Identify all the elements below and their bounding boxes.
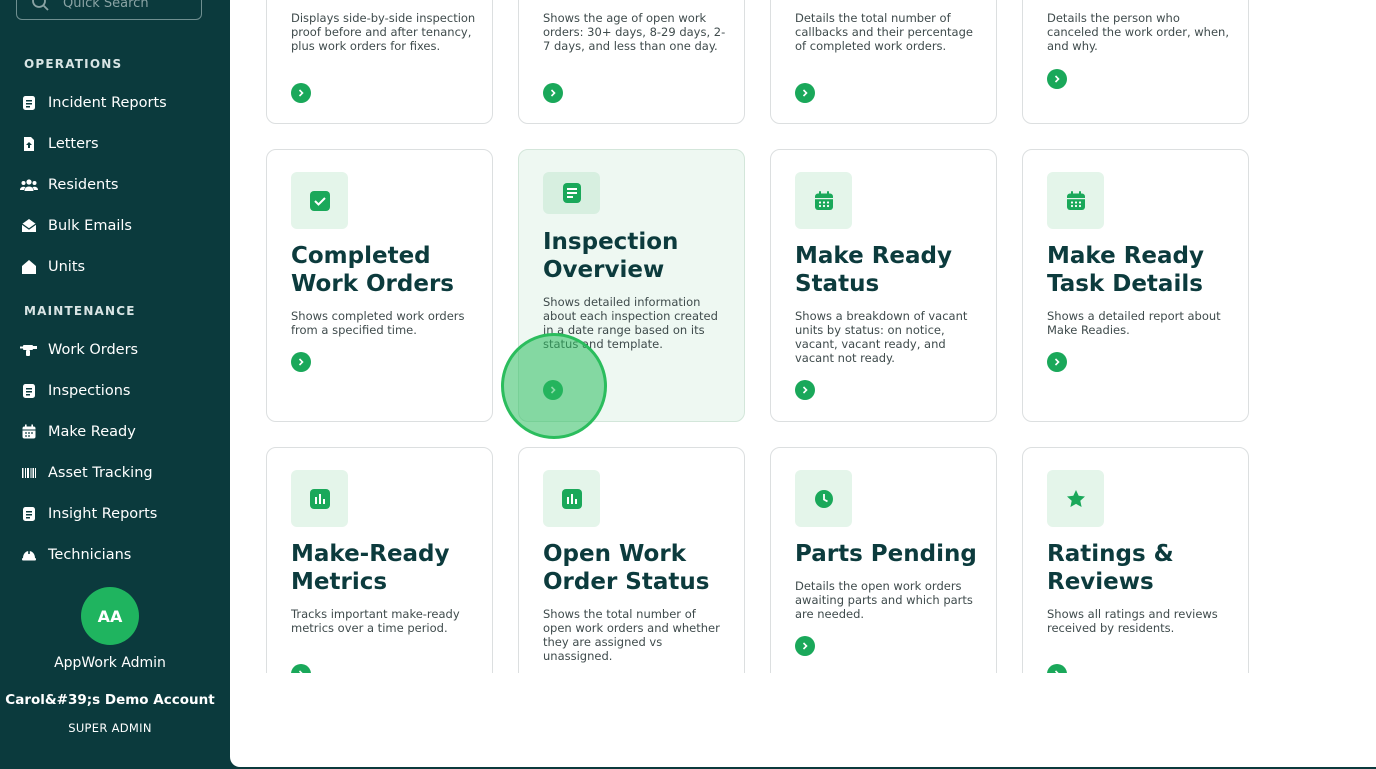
report-card-make-ready-task-details[interactable]: Make Ready Task Details Shows a detailed… — [1022, 149, 1249, 422]
nav-label: Work Orders — [48, 342, 139, 358]
chevron-right-icon[interactable] — [543, 380, 563, 400]
document-icon — [20, 382, 38, 400]
card-title: Parts Pending — [795, 541, 977, 567]
account-name[interactable]: Carol&#39;s Demo Account — [0, 692, 220, 708]
user-role: SUPER ADMIN — [68, 721, 152, 735]
chevron-right-icon[interactable] — [795, 636, 815, 656]
chevron-right-icon[interactable] — [291, 664, 311, 673]
nav-label: Incident Reports — [48, 95, 167, 111]
report-card[interactable]: Details the person who canceled the work… — [1022, 0, 1249, 124]
nav-label: Insight Reports — [48, 506, 158, 522]
nav-item-insight-reports[interactable]: Insight Reports — [20, 499, 220, 529]
card-description: Displays side-by-side inspection proof b… — [291, 11, 476, 53]
chevron-right-icon[interactable] — [1047, 69, 1067, 89]
search-icon — [31, 0, 51, 13]
nav-label: Make Ready — [48, 424, 136, 440]
nav-label: Inspections — [48, 383, 131, 399]
nav-item-bulk-emails[interactable]: Bulk Emails — [20, 211, 220, 241]
chevron-right-icon[interactable] — [795, 380, 815, 400]
main-content: Displays side-by-side inspection proof b… — [230, 0, 1376, 767]
report-card-make-ready-status[interactable]: Make Ready Status Shows a breakdown of v… — [770, 149, 997, 422]
nav-item-technicians[interactable]: Technicians — [20, 540, 220, 570]
card-description: Shows the age of open work orders: 30+ d… — [543, 11, 726, 53]
card-title: Ratings & Reviews — [1047, 541, 1174, 595]
chevron-right-icon[interactable] — [543, 83, 563, 103]
report-card[interactable]: Displays side-by-side inspection proof b… — [266, 0, 493, 124]
report-card-open-work-order-status[interactable]: Open Work Order Status Shows the total n… — [518, 447, 745, 673]
clock-icon — [795, 470, 852, 527]
report-card-parts-pending[interactable]: Parts Pending Details the open work orde… — [770, 447, 997, 673]
nav-item-residents[interactable]: Residents — [20, 170, 220, 200]
chevron-right-icon[interactable] — [795, 83, 815, 103]
nav-item-asset-tracking[interactable]: Asset Tracking — [20, 458, 220, 488]
barcode-icon — [20, 464, 38, 482]
document-icon — [20, 94, 38, 112]
avatar[interactable]: AA — [81, 587, 139, 645]
chevron-right-icon[interactable] — [291, 83, 311, 103]
report-card-completed-work-orders[interactable]: Completed Work Orders Shows completed wo… — [266, 149, 493, 422]
people-icon — [20, 176, 38, 194]
section-title-maintenance: MAINTENANCE — [24, 304, 136, 318]
bar-chart-icon — [291, 470, 348, 527]
document-icon — [20, 505, 38, 523]
user-name: AppWork Admin — [54, 655, 166, 671]
card-title: Make Ready Status — [795, 243, 952, 297]
nav-label: Asset Tracking — [48, 465, 153, 481]
nav-item-incident-reports[interactable]: Incident Reports — [20, 88, 220, 118]
quick-search-input[interactable]: Quick Search — [16, 0, 202, 20]
chevron-right-icon[interactable] — [1047, 352, 1067, 372]
report-cards-grid: Displays side-by-side inspection proof b… — [230, 0, 1376, 673]
check-icon — [291, 172, 348, 229]
search-placeholder: Quick Search — [63, 0, 149, 11]
report-card-ratings-reviews[interactable]: Ratings & Reviews Shows all ratings and … — [1022, 447, 1249, 673]
nav-item-units[interactable]: Units — [20, 252, 220, 282]
calendar-icon — [1047, 172, 1104, 229]
card-description: Shows completed work orders from a speci… — [291, 309, 465, 337]
report-card[interactable]: Details the total number of callbacks an… — [770, 0, 997, 124]
report-card-make-ready-metrics[interactable]: Make-Ready Metrics Tracks important make… — [266, 447, 493, 673]
card-description: Shows detailed information about each in… — [543, 295, 718, 351]
drill-icon — [20, 341, 38, 359]
nav-label: Technicians — [48, 547, 132, 563]
report-card-inspection-overview[interactable]: Inspection Overview Shows detailed infor… — [518, 149, 745, 422]
nav-item-make-ready[interactable]: Make Ready — [20, 417, 220, 447]
helmet-icon — [20, 546, 38, 564]
sidebar: Quick Search OPERATIONS Incident Reports… — [0, 0, 230, 769]
card-description: Shows all ratings and reviews received b… — [1047, 607, 1218, 635]
card-description: Shows the total number of open work orde… — [543, 607, 720, 663]
nav-item-inspections[interactable]: Inspections — [20, 376, 220, 406]
mail-open-icon — [20, 217, 38, 235]
card-description: Details the open work orders awaiting pa… — [795, 579, 973, 621]
card-title: Inspection Overview — [543, 229, 679, 283]
calendar-icon — [795, 172, 852, 229]
nav-label: Bulk Emails — [48, 218, 132, 234]
card-description: Details the person who canceled the work… — [1047, 11, 1229, 53]
nav-label: Letters — [48, 136, 99, 152]
nav-label: Units — [48, 259, 86, 275]
card-title: Open Work Order Status — [543, 541, 710, 595]
card-title: Completed Work Orders — [291, 243, 454, 297]
document-icon — [543, 172, 600, 214]
card-description: Shows a detailed report about Make Readi… — [1047, 309, 1221, 337]
card-description: Shows a breakdown of vacant units by sta… — [795, 309, 968, 365]
card-description: Tracks important make-ready metrics over… — [291, 607, 460, 635]
file-upload-icon — [20, 135, 38, 153]
nav-item-letters[interactable]: Letters — [20, 129, 220, 159]
nav-label: Residents — [48, 177, 119, 193]
report-card[interactable]: Shows the age of open work orders: 30+ d… — [518, 0, 745, 124]
card-title: Make-Ready Metrics — [291, 541, 450, 595]
chevron-right-icon[interactable] — [1047, 664, 1067, 673]
star-icon — [1047, 470, 1104, 527]
card-title: Make Ready Task Details — [1047, 243, 1204, 297]
nav-item-work-orders[interactable]: Work Orders — [20, 335, 220, 365]
section-title-operations: OPERATIONS — [24, 57, 123, 71]
bar-chart-icon — [543, 470, 600, 527]
home-icon — [20, 258, 38, 276]
card-description: Details the total number of callbacks an… — [795, 11, 973, 53]
calendar-icon — [20, 423, 38, 441]
chevron-right-icon[interactable] — [291, 352, 311, 372]
